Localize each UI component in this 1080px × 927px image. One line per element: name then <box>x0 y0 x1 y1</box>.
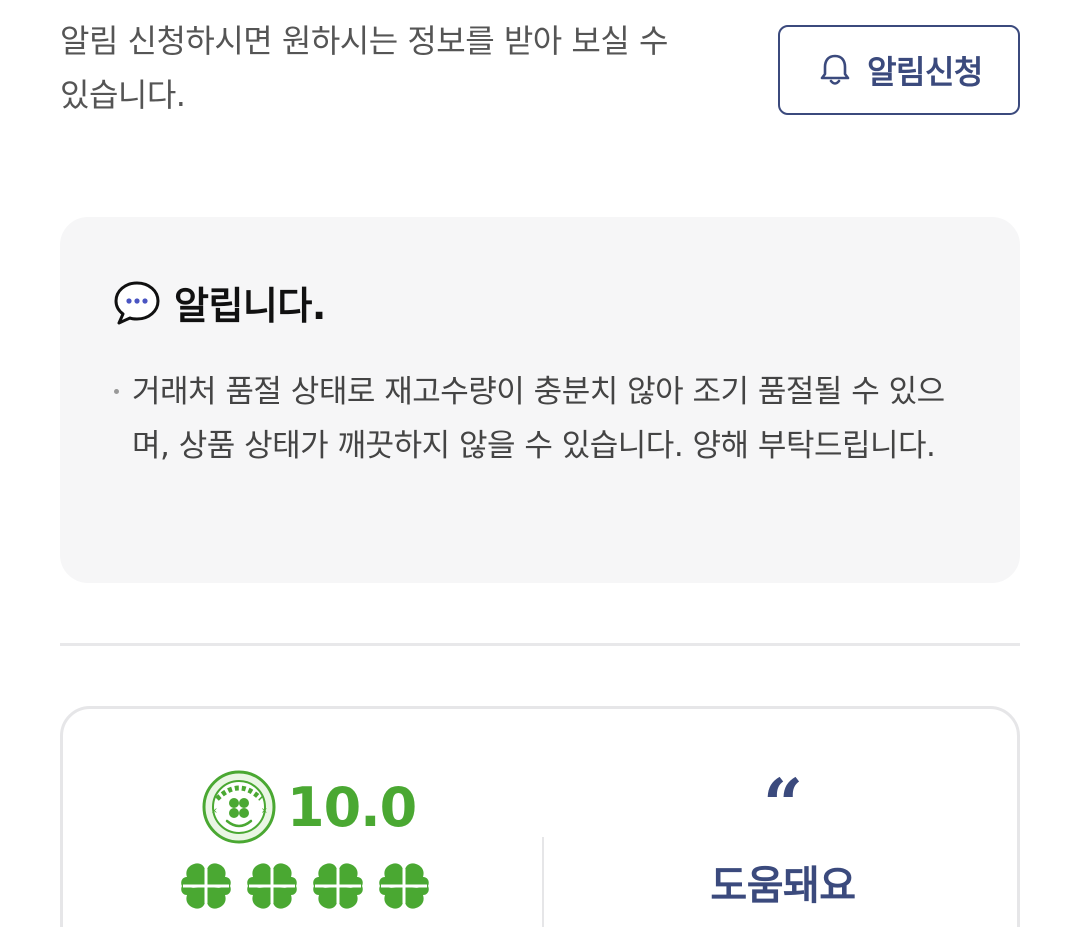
section-divider <box>60 643 1020 646</box>
notice-list: 거래처 품절 상태로 재고수량이 충분치 않아 조기 품절될 수 있으며, 상품… <box>112 365 972 473</box>
notify-description: 알림 신청하시면 원하시는 정보를 받아 보실 수 있습니다. <box>60 22 668 114</box>
notify-request-button[interactable]: 알림신청 <box>778 25 1020 115</box>
notice-box: 알립니다. 거래처 품절 상태로 재고수량이 충분치 않아 조기 품절될 수 있… <box>60 217 1020 583</box>
svg-text:×: × <box>261 806 268 815</box>
chat-bubble-icon <box>114 281 160 324</box>
svg-text:×: × <box>211 806 218 815</box>
review-summary-card: × × 10.0 “ 도움돼요 <box>60 706 1020 927</box>
score-column: × × 10.0 <box>63 709 543 927</box>
notice-header: 알립니다. <box>112 275 326 330</box>
helpful-comment: 도움돼요 <box>710 863 856 909</box>
clover-icon <box>313 863 363 909</box>
clover-icon <box>247 863 297 909</box>
clover-icon <box>181 863 231 909</box>
feel-lucky-badge-icon: × × <box>202 770 276 844</box>
notify-button-label: 알림신청 <box>867 54 983 90</box>
notice-item: 거래처 품절 상태로 재고수량이 충분치 않아 조기 품절될 수 있으며, 상품… <box>112 365 972 473</box>
comment-column: “ 도움돼요 <box>543 709 1023 927</box>
clover-icon <box>379 863 429 909</box>
notify-section: 알림 신청하시면 원하시는 정보를 받아 보실 수 있습니다. 알림신청 <box>60 14 1020 124</box>
score-row: × × 10.0 <box>201 769 417 845</box>
clover-rating <box>179 859 431 913</box>
bell-icon <box>820 54 850 85</box>
quote-mark-icon: “ <box>762 763 804 846</box>
score-value: 10.0 <box>287 775 417 839</box>
notice-title: 알립니다. <box>174 284 326 328</box>
